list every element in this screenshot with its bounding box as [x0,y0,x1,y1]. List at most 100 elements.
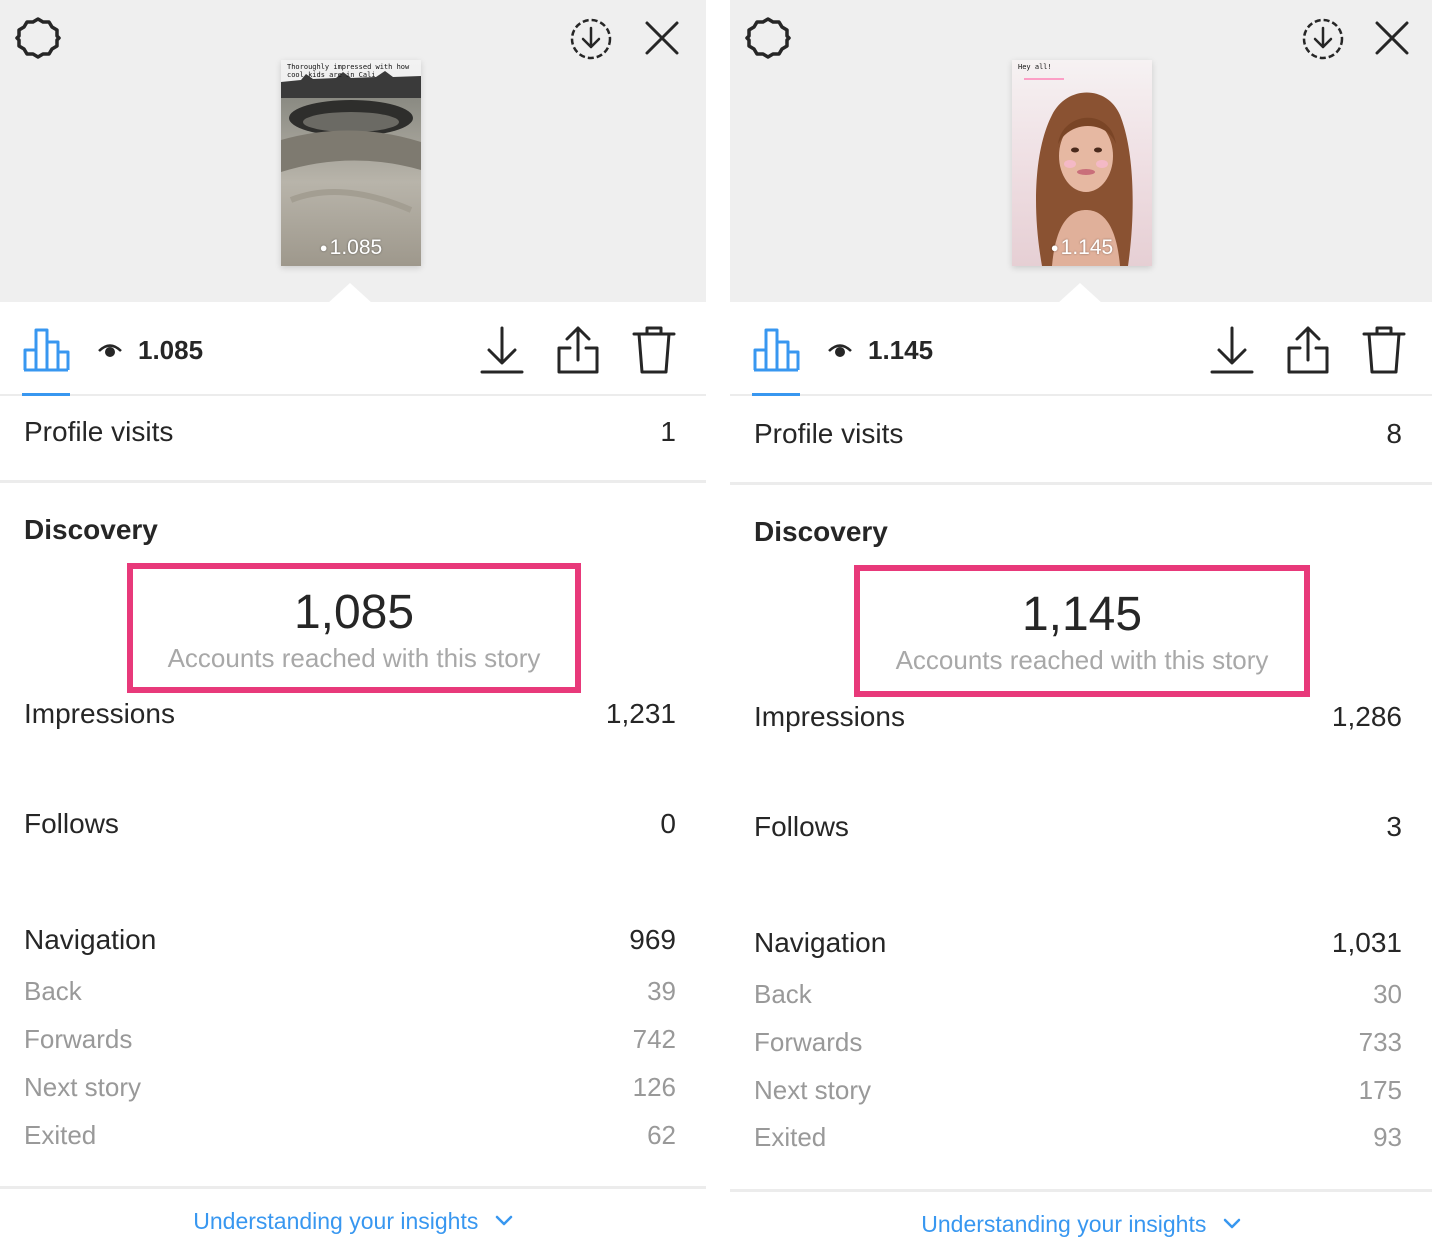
impressions-value: 1,286 [1331,701,1402,732]
navigation-forwards-label: Forwards [24,1024,133,1054]
navigation-exited-row: Exited 93 [754,1122,1402,1153]
accounts-reached-highlight: 1,085 Accounts reached with this story [127,563,581,693]
insights-toolbar: 1.145 [730,302,1432,396]
follows-label: Follows [24,808,119,839]
navigation-next-story-row: Next story 126 [24,1072,676,1103]
bar-chart-icon[interactable] [22,324,70,374]
navigation-forwards-value: 733 [1358,1027,1402,1057]
chevron-down-icon [495,1215,512,1226]
navigation-exited-value: 62 [647,1120,676,1150]
accounts-reached-label: Accounts reached with this story [895,645,1269,675]
eye-icon [98,344,122,357]
navigation-back-row: Back 39 [24,976,676,1007]
profile-visits-value: 8 [1386,418,1402,449]
navigation-value: 1,031 [1331,927,1402,958]
follows-row: Follows 0 [24,808,676,840]
follows-row: Follows 3 [754,811,1402,843]
trash-icon[interactable] [630,324,678,376]
close-icon[interactable] [1372,18,1412,58]
download-icon[interactable] [478,324,526,376]
navigation-row: Navigation 1,031 [754,927,1402,959]
understanding-insights-label: Understanding your insights [921,1211,1207,1237]
navigation-forwards-row: Forwards 733 [754,1027,1402,1058]
insights-toolbar: 1.085 [0,302,706,396]
navigation-exited-row: Exited 62 [24,1120,676,1151]
accounts-reached-highlight: 1,145 Accounts reached with this story [854,565,1310,697]
impressions-value: 1,231 [605,698,676,729]
navigation-back-label: Back [754,979,812,1009]
profile-visits-value: 1 [660,416,676,447]
download-circle-icon[interactable] [1300,16,1346,62]
understanding-insights-label: Understanding your insights [193,1208,479,1234]
navigation-next-story-row: Next story 175 [754,1075,1402,1106]
profile-visits-row: Profile visits 8 [754,418,1402,450]
accounts-reached-value: 1,085 [293,586,415,639]
thumbnail-views-value: 1.145 [1060,236,1114,259]
navigation-back-label: Back [24,976,82,1006]
thumbnail-caption: Thoroughly impressed with how cool kids … [287,63,410,79]
impressions-label: Impressions [24,698,175,729]
toolbar-view-count: 1.085 [138,335,204,365]
profile-visits-label: Profile visits [24,416,174,447]
follows-value: 0 [660,808,676,839]
navigation-back-value: 39 [647,976,676,1006]
insights-tab-indicator [22,393,70,396]
settings-icon[interactable] [744,14,792,62]
eye-icon: ● [319,240,328,255]
footer-divider [0,1186,706,1189]
profile-visits-row: Profile visits 1 [24,416,676,448]
share-icon[interactable] [554,324,602,376]
follows-value: 3 [1386,811,1402,842]
navigation-exited-label: Exited [24,1120,97,1150]
understanding-insights-link[interactable]: Understanding your insights [0,1208,706,1235]
section-divider [0,480,706,483]
close-icon[interactable] [642,18,682,58]
navigation-next-story-value: 126 [632,1072,676,1102]
settings-icon[interactable] [14,14,62,62]
navigation-forwards-row: Forwards 742 [24,1024,676,1055]
eye-icon: ● [1050,240,1059,255]
thumbnail-views-value: 1.085 [329,236,383,259]
thumbnail-caption: Hey all! [1018,63,1052,71]
story-thumbnail[interactable]: Thoroughly impressed with how cool kids … [281,60,421,266]
toolbar-view-count: 1.145 [868,335,934,365]
impressions-label: Impressions [754,701,905,732]
download-icon[interactable] [1208,324,1256,376]
story-header: Hey all! ●1.145 [730,0,1432,303]
download-circle-icon[interactable] [568,16,614,62]
discovery-title: Discovery [24,514,158,545]
trash-icon[interactable] [1360,324,1408,376]
navigation-next-story-label: Next story [754,1075,872,1105]
navigation-next-story-value: 175 [1358,1075,1402,1105]
navigation-next-story-label: Next story [24,1072,142,1102]
insights-panel-left: Thoroughly impressed with how cool kids … [0,0,706,1260]
chevron-down-icon [1223,1218,1240,1229]
thumbnail-pointer [328,283,372,303]
share-icon[interactable] [1284,324,1332,376]
footer-divider [730,1189,1432,1192]
impressions-row: Impressions 1,231 [24,698,676,730]
navigation-row: Navigation 969 [24,924,676,956]
navigation-label: Navigation [24,924,157,955]
understanding-insights-link[interactable]: Understanding your insights [730,1211,1432,1238]
navigation-forwards-label: Forwards [754,1027,863,1057]
discovery-title: Discovery [754,516,888,547]
navigation-back-value: 30 [1373,979,1402,1009]
story-thumbnail[interactable]: Hey all! ●1.145 [1012,60,1152,266]
navigation-value: 969 [629,924,676,955]
impressions-row: Impressions 1,286 [754,701,1402,733]
accounts-reached-label: Accounts reached with this story [167,643,541,673]
thumbnail-view-count: ●1.145 [1012,236,1152,260]
eye-icon [828,344,852,357]
thumbnail-pointer [1058,283,1102,303]
follows-label: Follows [754,811,849,842]
profile-visits-label: Profile visits [754,418,904,449]
section-divider [730,482,1432,485]
insights-panel-right: Hey all! ●1.145 1.145 Profile visits 8 D… [730,0,1432,1260]
story-header: Thoroughly impressed with how cool kids … [0,0,706,303]
navigation-forwards-value: 742 [632,1024,676,1054]
thumbnail-view-count: ●1.085 [281,236,421,260]
insights-tab-indicator [752,393,800,396]
navigation-back-row: Back 30 [754,979,1402,1010]
bar-chart-icon[interactable] [752,324,800,374]
